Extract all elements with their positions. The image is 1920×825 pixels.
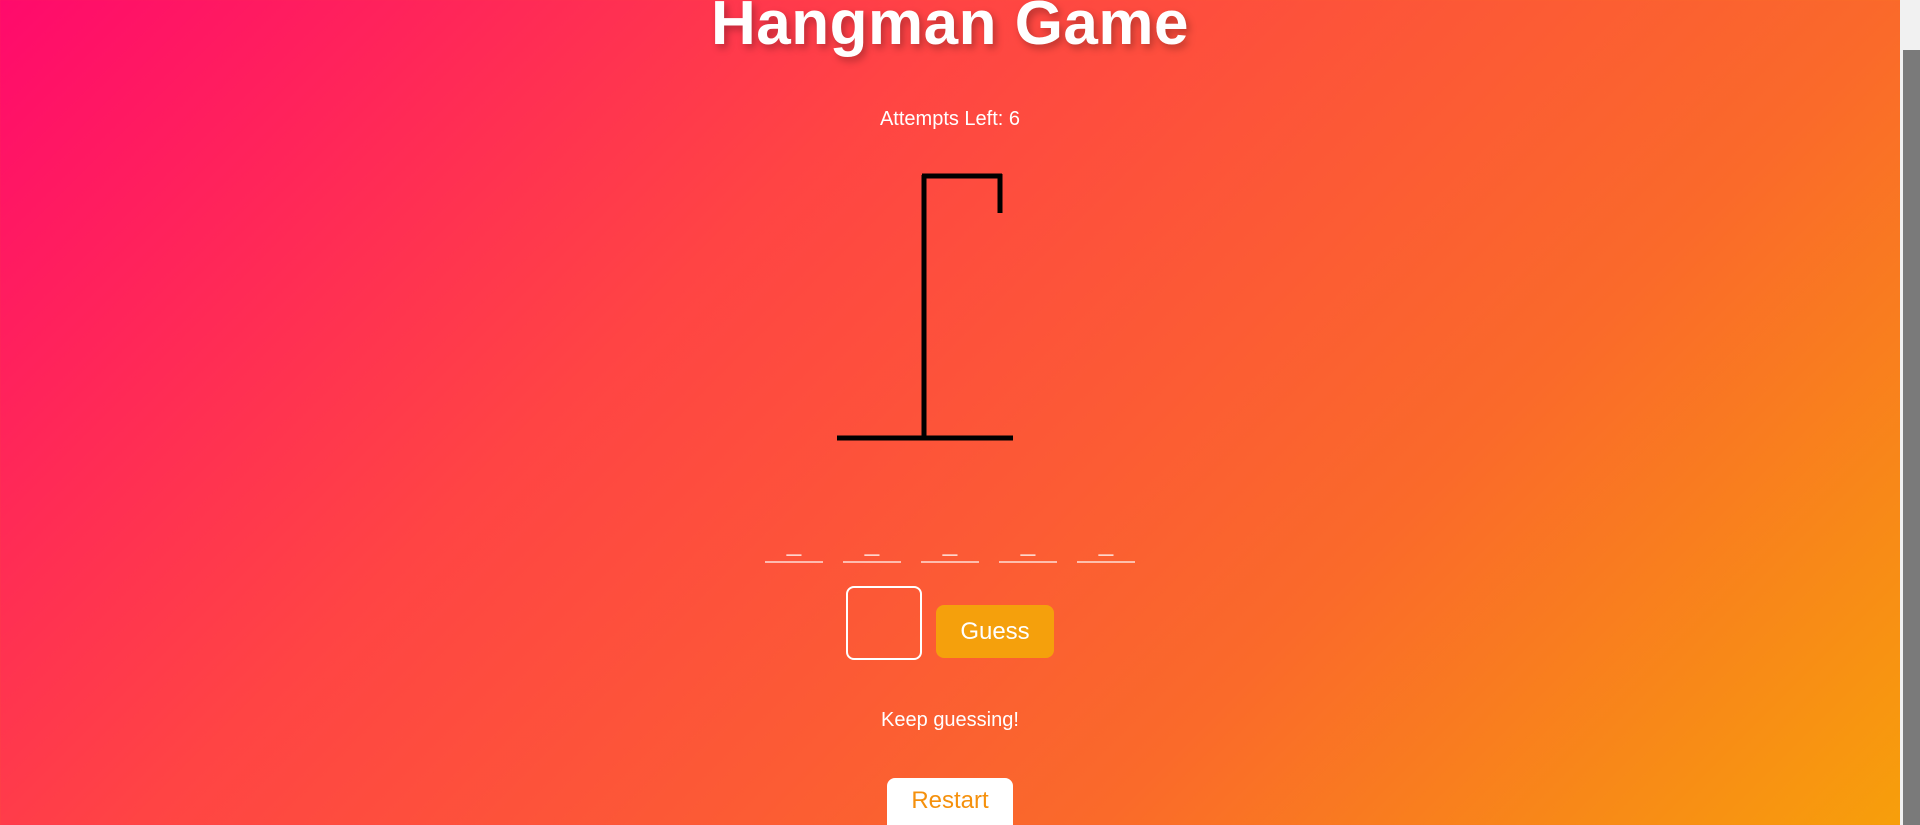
- word-display: _ _ _ _ _: [0, 529, 1900, 563]
- letter-slot: _: [1077, 529, 1135, 563]
- game-container: Hangman Game Attempts Left: 6 _ _ _ _ _ Gues…: [0, 0, 1900, 825]
- restart-button[interactable]: Restart: [887, 778, 1013, 825]
- letter-slot: _: [999, 529, 1057, 563]
- attempts-left: Attempts Left: 6: [879, 108, 1021, 130]
- letter-slot: _: [843, 529, 901, 563]
- vertical-scrollbar[interactable]: [1900, 0, 1920, 825]
- guess-row: Guess: [0, 586, 1900, 660]
- scrollbar-thumb[interactable]: [1903, 50, 1920, 825]
- gallows-drawing: [837, 173, 1013, 441]
- status-message: Keep guessing!: [881, 709, 1019, 731]
- letter-slot: _: [921, 529, 979, 563]
- letter-input[interactable]: [846, 586, 922, 660]
- page-title: Hangman Game: [710, 0, 1190, 58]
- guess-button[interactable]: Guess: [936, 605, 1054, 658]
- letter-slot: _: [765, 529, 823, 563]
